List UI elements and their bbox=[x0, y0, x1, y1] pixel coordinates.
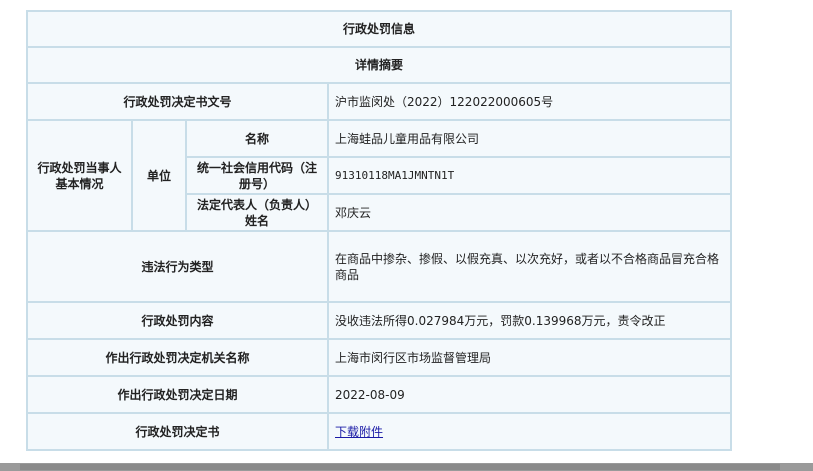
horizontal-scrollbar[interactable] bbox=[0, 463, 813, 471]
authority-name-label: 作出行政处罚决定机关名称 bbox=[28, 340, 327, 375]
scrollbar-thumb[interactable] bbox=[20, 464, 780, 470]
violation-type-value: 在商品中掺杂、掺假、以假充真、以次充好，或者以不合格商品冒充合格商品 bbox=[329, 232, 731, 301]
credit-code-label: 统一社会信用代码（注册号） bbox=[187, 158, 327, 193]
decision-date-label: 作出行政处罚决定日期 bbox=[28, 377, 327, 412]
doc-number-value: 沪市监闵处（2022）122022000605号 bbox=[329, 84, 731, 119]
page-title: 行政处罚信息 bbox=[28, 12, 731, 46]
penalty-info-table: 行政处罚信息 详情摘要 行政处罚决定书文号 沪市监闵处（2022）1220220… bbox=[26, 10, 733, 451]
credit-code-value: 91310118MA1JMNTN1T bbox=[329, 158, 731, 193]
legal-rep-label: 法定代表人（负责人）姓名 bbox=[187, 195, 327, 230]
decision-date-value: 2022-08-09 bbox=[329, 377, 731, 412]
name-value: 上海蛙品儿童用品有限公司 bbox=[329, 121, 731, 156]
party-info-label: 行政处罚当事人基本情况 bbox=[28, 121, 131, 230]
penalty-content-label: 行政处罚内容 bbox=[28, 303, 327, 338]
decision-document-cell: 下载附件 bbox=[329, 414, 731, 449]
penalty-info-panel: 行政处罚信息 详情摘要 行政处罚决定书文号 沪市监闵处（2022）1220220… bbox=[26, 10, 733, 451]
legal-rep-value: 邓庆云 bbox=[329, 195, 731, 230]
decision-document-label: 行政处罚决定书 bbox=[28, 414, 327, 449]
name-label: 名称 bbox=[187, 121, 327, 156]
authority-name-value: 上海市闵行区市场监督管理局 bbox=[329, 340, 731, 375]
unit-label: 单位 bbox=[133, 121, 185, 230]
violation-type-label: 违法行为类型 bbox=[28, 232, 327, 301]
penalty-content-value: 没收违法所得0.027984万元，罚款0.139968万元，责令改正 bbox=[329, 303, 731, 338]
download-attachment-link[interactable]: 下载附件 bbox=[335, 425, 383, 439]
section-title: 详情摘要 bbox=[28, 48, 731, 82]
doc-number-label: 行政处罚决定书文号 bbox=[28, 84, 327, 119]
